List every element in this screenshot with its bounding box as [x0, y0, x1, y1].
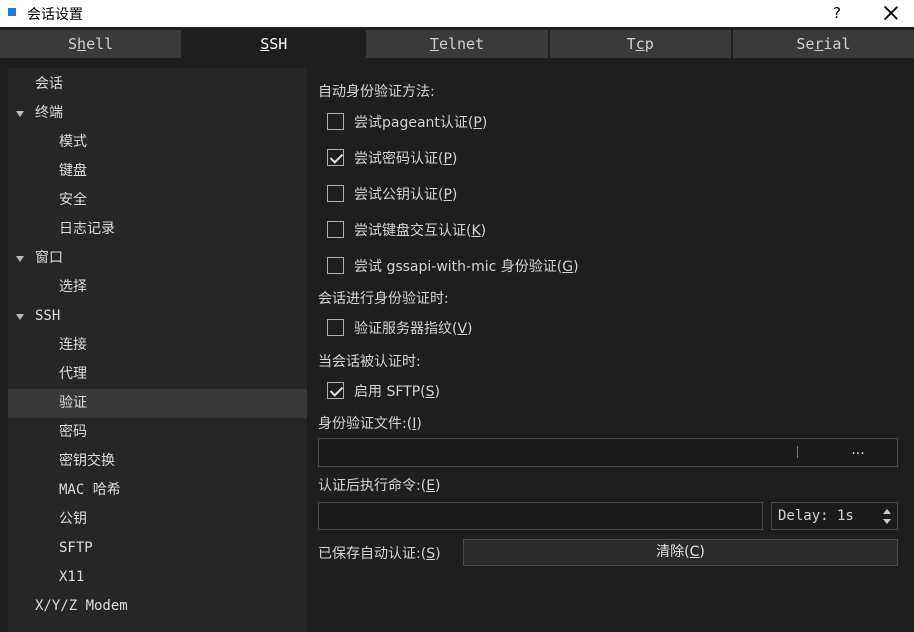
checkbox-label: 尝试公钥认证(P)	[354, 187, 458, 203]
tab-label: elnet	[438, 35, 485, 53]
auth-methods-heading: 自动身份验证方法:	[318, 84, 435, 100]
spin-up-icon[interactable]	[883, 509, 891, 514]
tab-telnet[interactable]: Telnet	[366, 30, 550, 58]
tab-mnemonic: c	[635, 35, 645, 53]
title-bar: 会话设置 ?	[0, 0, 914, 27]
tree-item-label: 连接	[59, 337, 87, 353]
tree-item-label: 日志记录	[59, 221, 115, 237]
tab-mnemonic: h	[77, 35, 87, 53]
tree-item-label: 选择	[59, 279, 87, 295]
tab-label: ell	[86, 35, 114, 53]
checkbox-label: 尝试pageant认证(P)	[354, 115, 488, 131]
tree-item-selection[interactable]: 选择	[8, 273, 307, 302]
checkbox-label: 尝试键盘交互认证(K)	[354, 223, 487, 239]
keyboard-interactive-checkbox[interactable]	[327, 221, 344, 238]
tree-item-label: 终端	[35, 105, 63, 121]
verify-fingerprint-checkbox[interactable]	[327, 319, 344, 336]
tree-item-label: 窗口	[35, 250, 63, 266]
tree-item-label: 会话	[35, 76, 63, 92]
tab-label: p	[644, 35, 654, 53]
saved-auth-label: 已保存自动认证:(S)	[318, 546, 441, 562]
tree-item-session[interactable]: 会话	[8, 70, 307, 99]
tree-item-public-key[interactable]: 公钥	[8, 505, 307, 534]
tree-item-label: X11	[59, 569, 85, 585]
tree-item-sftp[interactable]: SFTP	[8, 534, 307, 563]
spin-down-icon[interactable]	[883, 519, 891, 524]
expand-arrow-icon[interactable]	[16, 111, 24, 117]
tab-label: ial	[823, 35, 851, 53]
pageant-checkbox[interactable]	[327, 113, 344, 130]
auth-settings-panel: 自动身份验证方法: 尝试pageant认证(P) 尝试密码认证(P) 尝试公钥认…	[307, 68, 914, 632]
tree-item-connection[interactable]: 连接	[8, 331, 307, 360]
post-auth-command-label: 认证后执行命令:(E)	[318, 478, 441, 494]
expand-arrow-icon[interactable]	[16, 256, 24, 262]
checkbox-label: 尝试 gssapi-with-mic 身份验证(G)	[354, 259, 579, 275]
tree-item-label: 密钥交换	[59, 453, 115, 469]
tree-item-label: SSH	[35, 308, 61, 324]
tree-item-window[interactable]: 窗口	[8, 244, 307, 273]
help-button[interactable]: ?	[826, 1, 848, 25]
clear-button[interactable]: 清除(C)	[463, 539, 898, 566]
tree-item-mac-hash[interactable]: MAC 哈希	[8, 476, 307, 505]
password-auth-checkbox[interactable]	[327, 149, 344, 166]
tree-item-authentication[interactable]: 验证	[8, 389, 307, 418]
post-auth-command-input[interactable]	[318, 502, 763, 530]
close-icon[interactable]	[876, 0, 906, 26]
keyfile-label: 身份验证文件:(I)	[318, 416, 422, 432]
checkbox-label: 验证服务器指纹(V)	[354, 321, 473, 337]
enable-sftp-checkbox[interactable]	[327, 382, 344, 399]
tab-tcp[interactable]: Tcp	[549, 30, 733, 58]
tab-label: SH	[269, 35, 288, 53]
tab-label: T	[626, 35, 636, 53]
keyfile-divider	[797, 446, 798, 458]
tree-item-x11[interactable]: X11	[8, 563, 307, 592]
tree-item-label: 模式	[59, 134, 87, 150]
expand-arrow-icon[interactable]	[16, 314, 24, 320]
during-auth-heading: 会话进行身份验证时:	[318, 291, 449, 307]
tree-item-label: X/Y/Z Modem	[35, 598, 128, 614]
delay-spinbox[interactable]: Delay: 1s	[771, 502, 898, 530]
tree-item-keyboard[interactable]: 键盘	[8, 157, 307, 186]
tree-item-security[interactable]: 安全	[8, 186, 307, 215]
tree-item-password[interactable]: 密码	[8, 418, 307, 447]
tab-label: S	[68, 35, 78, 53]
settings-tree: 会话 终端 模式 键盘 安全 日志记录 窗口 选择 SSH 连接 代理 验证 密…	[8, 68, 307, 632]
tree-item-terminal[interactable]: 终端	[8, 99, 307, 128]
tree-item-label: 公钥	[59, 511, 87, 527]
tree-item-proxy[interactable]: 代理	[8, 360, 307, 389]
tree-item-xyz-modem[interactable]: X/Y/Z Modem	[8, 592, 307, 621]
keyfile-input[interactable]: ...	[318, 438, 898, 467]
tree-item-key-exchange[interactable]: 密钥交换	[8, 447, 307, 476]
browse-button[interactable]: ...	[819, 442, 897, 458]
checkbox-label: 尝试密码认证(P)	[354, 151, 458, 167]
tree-item-mode[interactable]: 模式	[8, 128, 307, 157]
tab-serial[interactable]: Serial	[732, 30, 914, 58]
delay-value: Delay: 1s	[778, 508, 854, 524]
after-auth-heading: 当会话被认证时:	[318, 354, 421, 370]
tree-item-label: SFTP	[59, 540, 93, 556]
window-title: 会话设置	[27, 7, 83, 23]
tree-item-label: 键盘	[59, 163, 87, 179]
publickey-auth-checkbox[interactable]	[327, 185, 344, 202]
tree-item-logging[interactable]: 日志记录	[8, 215, 307, 244]
tree-item-label: MAC 哈希	[59, 482, 121, 498]
tab-label: Se	[796, 35, 815, 53]
tab-mnemonic: T	[429, 35, 439, 53]
tree-item-label: 代理	[59, 366, 87, 382]
tab-shell[interactable]: Shell	[0, 30, 184, 58]
app-icon	[8, 8, 16, 16]
gssapi-checkbox[interactable]	[327, 257, 344, 274]
checkbox-label: 启用 SFTP(S)	[354, 384, 440, 400]
tab-ssh[interactable]: SSH	[183, 30, 367, 58]
protocol-tabs: Shell SSH Telnet Tcp Serial	[0, 30, 914, 58]
tree-item-ssh[interactable]: SSH	[8, 302, 307, 331]
tree-item-label: 密码	[59, 424, 87, 440]
tree-item-label: 安全	[59, 192, 87, 208]
tree-item-label: 验证	[59, 395, 87, 411]
tab-mnemonic: S	[260, 35, 270, 53]
